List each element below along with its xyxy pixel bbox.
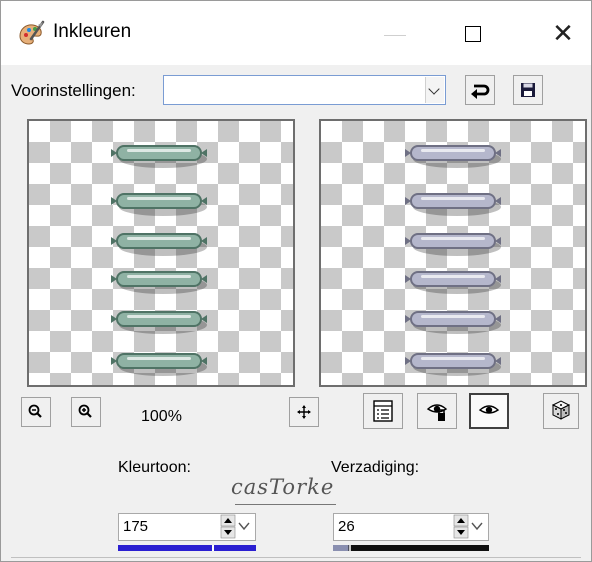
ring-link — [405, 353, 501, 376]
ring-link — [111, 193, 207, 216]
list-view-icon — [373, 400, 393, 422]
reset-preset-button[interactable] — [465, 75, 495, 105]
spin-arrows-icon[interactable] — [219, 514, 255, 540]
spin-arrows-icon[interactable] — [452, 514, 488, 540]
zoom-in-icon — [78, 404, 92, 418]
toggle-preview-button[interactable] — [363, 393, 403, 429]
maximize-button[interactable] — [459, 21, 487, 47]
hue-value: 175 — [123, 518, 149, 535]
saturation-level-bar — [333, 545, 489, 551]
inkleuren-dialog: Inkleuren ✕ Voorinstellingen: 100% Kleur… — [0, 0, 592, 562]
minimize-button[interactable] — [381, 21, 409, 45]
ring-link — [405, 271, 501, 294]
eye-icon — [478, 405, 500, 414]
chevron-down-icon[interactable] — [425, 77, 444, 103]
move-cross-icon — [297, 405, 311, 419]
watermark-text: casTorke — [231, 475, 337, 505]
saturation-label: Verzadiging: — [331, 459, 420, 476]
randomize-button[interactable] — [543, 393, 579, 429]
presets-label: Voorinstellingen: — [11, 81, 136, 100]
palette-brush-icon — [19, 20, 45, 45]
ring-link — [111, 271, 207, 294]
presets-dropdown[interactable] — [163, 75, 446, 105]
hue-level-marker — [211, 545, 214, 551]
saturation-input[interactable]: 26 — [333, 513, 489, 541]
save-floppy-icon — [521, 83, 535, 97]
hue-level-bar — [118, 545, 256, 551]
window-title: Inkleuren — [53, 21, 132, 42]
close-icon: ✕ — [552, 18, 574, 48]
saturation-value: 26 — [338, 518, 355, 535]
pan-button[interactable] — [289, 397, 319, 427]
ring-link — [111, 145, 207, 168]
auto-proof-button[interactable] — [417, 393, 457, 429]
dice-icon — [551, 400, 571, 420]
ring-link — [111, 233, 207, 256]
result-preview[interactable] — [319, 119, 587, 387]
close-button[interactable]: ✕ — [546, 17, 580, 49]
ring-link — [405, 193, 501, 216]
eye-auto-icon — [426, 404, 448, 421]
zoom-out-icon — [28, 404, 42, 418]
hue-input[interactable]: 175 — [118, 513, 256, 541]
ring-link — [405, 145, 501, 168]
divider — [11, 557, 581, 558]
title-bar: Inkleuren ✕ — [1, 1, 591, 65]
ring-link — [405, 233, 501, 256]
zoom-in-button[interactable] — [71, 397, 101, 427]
original-preview[interactable] — [27, 119, 295, 387]
hue-label: Kleurtoon: — [118, 459, 191, 476]
result-preview-graphic — [405, 145, 501, 376]
save-preset-button[interactable] — [513, 75, 543, 105]
saturation-level-marker — [348, 545, 351, 551]
ring-link — [111, 353, 207, 376]
original-preview-graphic — [111, 145, 207, 376]
zoom-level: 100% — [141, 408, 182, 425]
undo-arrow-icon — [471, 84, 490, 99]
zoom-out-button[interactable] — [21, 397, 51, 427]
proof-button[interactable] — [469, 393, 509, 429]
ring-link — [405, 311, 501, 334]
ring-link — [111, 311, 207, 334]
